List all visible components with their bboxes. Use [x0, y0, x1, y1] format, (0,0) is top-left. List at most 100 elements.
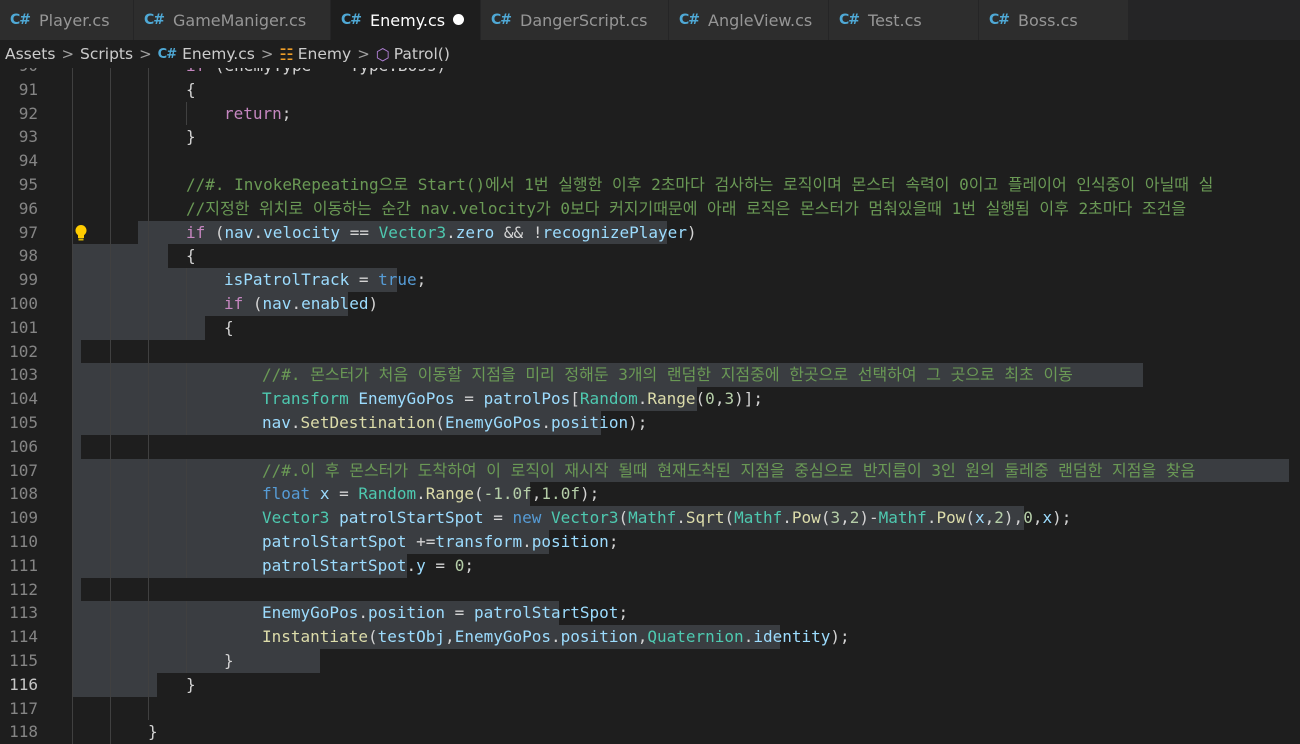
code-token: Mathf — [734, 508, 783, 528]
code-line[interactable]: 90 if (enemyType == Type.Boss) — [0, 68, 1300, 78]
lightbulb-icon[interactable] — [74, 224, 88, 242]
tab-angleview[interactable]: C# AngleView.cs — [669, 0, 829, 40]
code-line[interactable]: 101 { — [0, 315, 1300, 340]
tab-label: AngleView.cs — [708, 10, 813, 30]
code-token: )]; — [734, 389, 763, 409]
code-token: 3 — [724, 389, 735, 409]
code-line[interactable]: 103 //#. 몬스터가 처음 이동할 지점을 미리 정해둔 3개의 랜덤한 지… — [0, 363, 1300, 388]
code-line[interactable]: 93} — [0, 125, 1300, 150]
code-token: = — [454, 389, 484, 409]
indent-guide — [148, 77, 149, 102]
code-token: new — [512, 508, 542, 528]
tab-test[interactable]: C# Test.cs — [829, 0, 979, 40]
indent-guide — [72, 577, 73, 602]
code-text: patrolStartSpot +=transform.position; — [262, 530, 618, 554]
indent-guide — [72, 172, 73, 197]
code-token: //#.이 후 몬스터가 도착하여 이 로직이 재시작 될때 현재도착된 지점을… — [262, 460, 1196, 480]
code-line[interactable]: 97 if (nav.velocity == Vector3.zero && !r… — [0, 220, 1300, 245]
code-line[interactable]: 114 Instantiate(testObj,EnemyGoPos.positi… — [0, 625, 1300, 649]
code-line[interactable]: 115} — [0, 648, 1300, 673]
code-token: . — [446, 222, 456, 242]
code-token: Mathf — [628, 508, 677, 528]
indent-guide — [148, 648, 149, 673]
breadcrumb-item-method[interactable]: Patrol() — [394, 45, 450, 63]
class-symbol-icon: ☷ — [279, 44, 294, 64]
code-line[interactable]: 110 patrolStartSpot +=transform.position; — [0, 529, 1300, 554]
tab-label: Player.cs — [39, 10, 110, 30]
code-line[interactable]: 106 — [0, 434, 1300, 459]
code-line[interactable]: 111 patrolStartSpot.y = 0; — [0, 553, 1300, 578]
code-text: } — [186, 125, 196, 149]
method-symbol-icon: ⬡ — [375, 44, 390, 64]
unsaved-dot-icon[interactable] — [453, 14, 464, 25]
code-line[interactable]: 108 float x = Random.Range(-1.0f,1.0f); — [0, 482, 1300, 507]
code-line[interactable]: 109 Vector3 patrolStartSpot = new Vector3… — [0, 506, 1300, 530]
code-text: } — [148, 720, 158, 744]
breadcrumb-item-file[interactable]: Enemy.cs — [182, 45, 255, 63]
indent-guide — [186, 291, 187, 316]
line-number: 99 — [18, 270, 38, 290]
code-line[interactable]: 96 //지정한 위치로 이동하는 순간 nav.velocity가 0보다 커지… — [0, 196, 1300, 221]
tab-player[interactable]: C# Player.cs — [0, 0, 134, 40]
code-line[interactable]: 116} — [0, 672, 1300, 697]
code-line[interactable]: 94 — [0, 149, 1300, 173]
breadcrumb-item-assets[interactable]: Assets — [5, 45, 55, 63]
code-text: return; — [224, 102, 291, 126]
code-token: //#. InvokeRepeating으로 Start()에서 1번 실행한 … — [186, 174, 1214, 194]
code-line[interactable]: 102 — [0, 339, 1300, 364]
selection-highlight — [72, 339, 81, 364]
code-line[interactable]: 117 — [0, 696, 1300, 721]
indent-guide — [110, 149, 111, 173]
tab-enemy[interactable]: C# Enemy.cs — [331, 0, 481, 40]
code-line[interactable]: 98 { — [0, 244, 1300, 269]
code-line[interactable]: 92 return; — [0, 101, 1300, 126]
code-token: recognizePlayer — [542, 222, 687, 242]
tab-dangerscript[interactable]: C# DangerScript.cs — [481, 0, 669, 40]
code-token: if — [186, 222, 206, 242]
code-line[interactable]: 95 //#. InvokeRepeating으로 Start()에서 1번 실행… — [0, 172, 1300, 197]
code-line[interactable]: 118} — [0, 720, 1300, 744]
breadcrumb-item-scripts[interactable]: Scripts — [80, 45, 133, 63]
code-token: ); — [1052, 508, 1072, 528]
indent-guide — [148, 387, 149, 411]
code-line[interactable]: 104 Transform EnemyGoPos = patrolPos[Rand… — [0, 387, 1300, 411]
code-token: . — [676, 508, 686, 528]
indent-guide — [186, 458, 187, 483]
code-token: position — [551, 412, 629, 432]
code-token: ( — [820, 508, 831, 528]
breadcrumb-item-class[interactable]: Enemy — [298, 45, 351, 63]
indent-guide — [72, 363, 73, 388]
indent-guide — [148, 410, 149, 435]
indent-guide — [110, 315, 111, 340]
code-line[interactable]: 99 isPatrolTrack = true; — [0, 268, 1300, 292]
line-number: 101 — [9, 317, 38, 337]
code-token: float — [262, 484, 311, 504]
code-token: , — [840, 508, 850, 528]
indent-guide — [186, 529, 187, 554]
code-text: { — [186, 244, 196, 268]
indent-guide — [148, 339, 149, 364]
tab-boss[interactable]: C# Boss.cs — [979, 0, 1129, 40]
code-line[interactable]: 105 nav.SetDestination(EnemyGoPos.positio… — [0, 410, 1300, 435]
code-token: ) — [686, 222, 697, 242]
line-number: 102 — [9, 341, 38, 361]
code-line[interactable]: 112 — [0, 577, 1300, 602]
indent-guide — [110, 410, 111, 435]
code-token: velocity — [263, 222, 341, 242]
code-text: //#.이 후 몬스터가 도착하여 이 로직이 재시작 될때 현재도착된 지점을… — [262, 459, 1195, 483]
code-token: ), — [1003, 508, 1024, 528]
code-token: , — [984, 508, 995, 528]
code-line[interactable]: 107 //#.이 후 몬스터가 도착하여 이 로직이 재시작 될때 현재도착된 … — [0, 458, 1300, 483]
code-editor[interactable]: 90 if (enemyType == Type.Boss) 91 {92 return… — [0, 68, 1300, 744]
tab-gamemaniger[interactable]: C# GameManiger.cs — [134, 0, 331, 40]
chevron-right-icon: > — [61, 45, 75, 63]
indent-guide — [110, 696, 111, 721]
line-number: 106 — [9, 436, 38, 456]
code-token: Transform — [262, 389, 349, 409]
code-text: if (nav.velocity == Vector3.zero && !rec… — [186, 221, 697, 245]
code-token: Range — [647, 389, 696, 409]
code-line[interactable]: 91 { — [0, 77, 1300, 102]
code-line[interactable]: 100 if (nav.enabled) — [0, 291, 1300, 316]
code-line[interactable]: 113 EnemyGoPos.position = patrolStartSpot… — [0, 601, 1300, 626]
code-token: 2 — [994, 508, 1004, 528]
